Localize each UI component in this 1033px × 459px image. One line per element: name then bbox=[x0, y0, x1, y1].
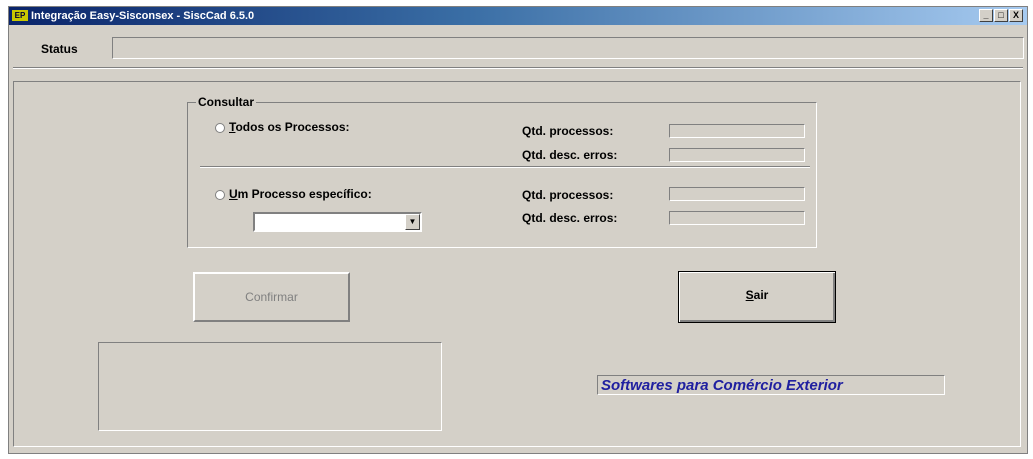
group-divider bbox=[200, 166, 810, 168]
status-field bbox=[112, 37, 1024, 59]
radio-todos-processos-label[interactable]: Todos os Processos: bbox=[229, 120, 350, 134]
radio-um-processo-label[interactable]: Um Processo específico: bbox=[229, 187, 372, 201]
title-bar[interactable]: EP Integração Easy-Sisconsex - SiscCad 6… bbox=[9, 7, 1027, 25]
close-button[interactable]: X bbox=[1009, 9, 1023, 22]
minimize-button[interactable]: _ bbox=[979, 9, 993, 22]
consultar-group-title: Consultar bbox=[196, 95, 257, 109]
qtd-processos-field-todos bbox=[669, 124, 805, 138]
chevron-down-icon[interactable]: ▼ bbox=[405, 214, 420, 230]
accel-um: U bbox=[229, 187, 238, 201]
qtd-erros-label-todos: Qtd. desc. erros: bbox=[522, 148, 618, 162]
app-icon[interactable]: EP bbox=[12, 10, 28, 21]
window-controls: _ □ X bbox=[979, 9, 1023, 23]
radio-um-processo[interactable] bbox=[215, 190, 225, 200]
logo-panel bbox=[98, 342, 442, 431]
tagline: Softwares para Comércio Exterior bbox=[597, 375, 945, 395]
qtd-processos-label-um: Qtd. processos: bbox=[522, 188, 614, 202]
top-divider bbox=[13, 67, 1023, 69]
window-title: Integração Easy-Sisconsex - SiscCad 6.5.… bbox=[31, 10, 255, 22]
qtd-erros-label-um: Qtd. desc. erros: bbox=[522, 211, 618, 225]
status-label: Status bbox=[41, 42, 78, 56]
accel-sair: S bbox=[745, 288, 754, 302]
qtd-erros-field-todos bbox=[669, 148, 805, 162]
maximize-button[interactable]: □ bbox=[994, 9, 1008, 22]
confirmar-button[interactable]: Confirmar bbox=[193, 272, 350, 322]
qtd-processos-label-todos: Qtd. processos: bbox=[522, 124, 614, 138]
label-todos-rest: odos os Processos: bbox=[235, 120, 350, 134]
sair-button[interactable]: Sair bbox=[678, 271, 836, 323]
sair-rest: air bbox=[753, 288, 769, 302]
label-um-rest: m Processo específico: bbox=[237, 187, 372, 201]
processo-combo[interactable]: ▼ bbox=[253, 212, 422, 232]
qtd-processos-field-um bbox=[669, 187, 805, 201]
radio-todos-processos[interactable] bbox=[215, 123, 225, 133]
qtd-erros-field-um bbox=[669, 211, 805, 225]
